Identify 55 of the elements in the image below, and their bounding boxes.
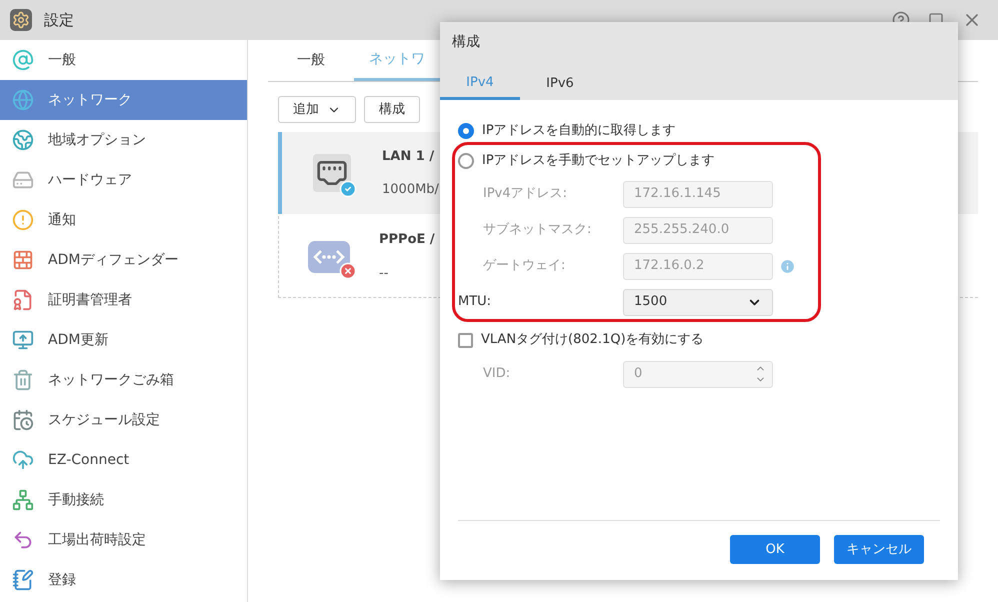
connection-icon (307, 240, 351, 274)
brick-wall-icon (12, 249, 34, 271)
dialog-title: 構成 (451, 33, 481, 52)
calendar-clock-icon (12, 409, 34, 431)
sidebar-item[interactable]: 通知 (0, 200, 247, 240)
sidebar-item[interactable]: スケジュール設定 (0, 400, 247, 440)
window-title: 設定 (44, 10, 74, 31)
tab[interactable]: IPv6 (520, 68, 600, 100)
interface-name: LAN 1 / (382, 148, 436, 166)
globe-icon (12, 89, 34, 111)
certificate-icon (12, 289, 34, 311)
sidebar-item[interactable]: 証明書管理者 (0, 280, 247, 320)
checkbox[interactable] (458, 332, 473, 348)
radio-button[interactable] (458, 123, 474, 139)
network-icon (12, 489, 34, 511)
radio-button[interactable] (458, 153, 474, 169)
sidebar-item[interactable]: ネットワークごみ箱 (0, 360, 247, 400)
ethernet-port-icon (313, 154, 351, 192)
field-label: サブネットマスク: (482, 221, 592, 240)
trash-icon (12, 369, 34, 391)
earth-icon (12, 129, 34, 151)
vlan-checkbox-row[interactable]: VLANタグ付け(802.1Q)を有効にする (458, 324, 940, 356)
sidebar-item[interactable]: ADMディフェンダー (0, 240, 247, 280)
field-label: MTU: (458, 293, 492, 312)
drive-icon (12, 169, 34, 191)
settings-icon (10, 9, 32, 31)
sidebar-item[interactable]: ネットワーク (0, 80, 247, 120)
monitor-upload-icon (12, 329, 34, 351)
sidebar-item[interactable]: ハードウェア (0, 160, 247, 200)
field-label: VID: (482, 365, 512, 384)
sidebar-item[interactable]: EZ-Connect (0, 440, 247, 480)
radio-option[interactable]: IPアドレスを手動でセットアップします (458, 150, 715, 172)
sidebar-item[interactable]: 登録 (0, 560, 247, 600)
alert-icon (12, 209, 34, 231)
notebook-icon (12, 569, 34, 591)
sidebar-item[interactable]: 一般 (0, 40, 247, 80)
toolbar-button[interactable]: 追加 (278, 96, 356, 123)
sidebar-item[interactable]: ADM更新 (0, 320, 247, 360)
interface-detail: -- (379, 264, 390, 282)
toolbar-button[interactable]: 構成 (364, 96, 420, 123)
tab[interactable]: 一般 (268, 40, 354, 81)
interface-detail: 1000Mb/ (382, 181, 439, 199)
sidebar-item[interactable]: 地域オプション (0, 120, 247, 160)
radio-option[interactable]: IPアドレスを自動的に取得します (458, 120, 676, 142)
at-sign-icon (12, 49, 34, 71)
mtu-select[interactable]: 1500 (623, 288, 773, 316)
undo-icon (12, 529, 34, 551)
field-label: ゲートウェイ: (482, 257, 566, 276)
dialog-button[interactable]: キャンセル (834, 535, 924, 564)
interface-name: PPPoE / (379, 231, 435, 249)
dialog-button[interactable]: OK (730, 535, 820, 564)
field-label: IPv4アドレス: (482, 185, 568, 204)
sidebar-item[interactable]: 工場出荷時設定 (0, 520, 247, 560)
sidebar-item[interactable]: 手動接続 (0, 480, 247, 520)
cloud-upload-icon (12, 449, 34, 471)
